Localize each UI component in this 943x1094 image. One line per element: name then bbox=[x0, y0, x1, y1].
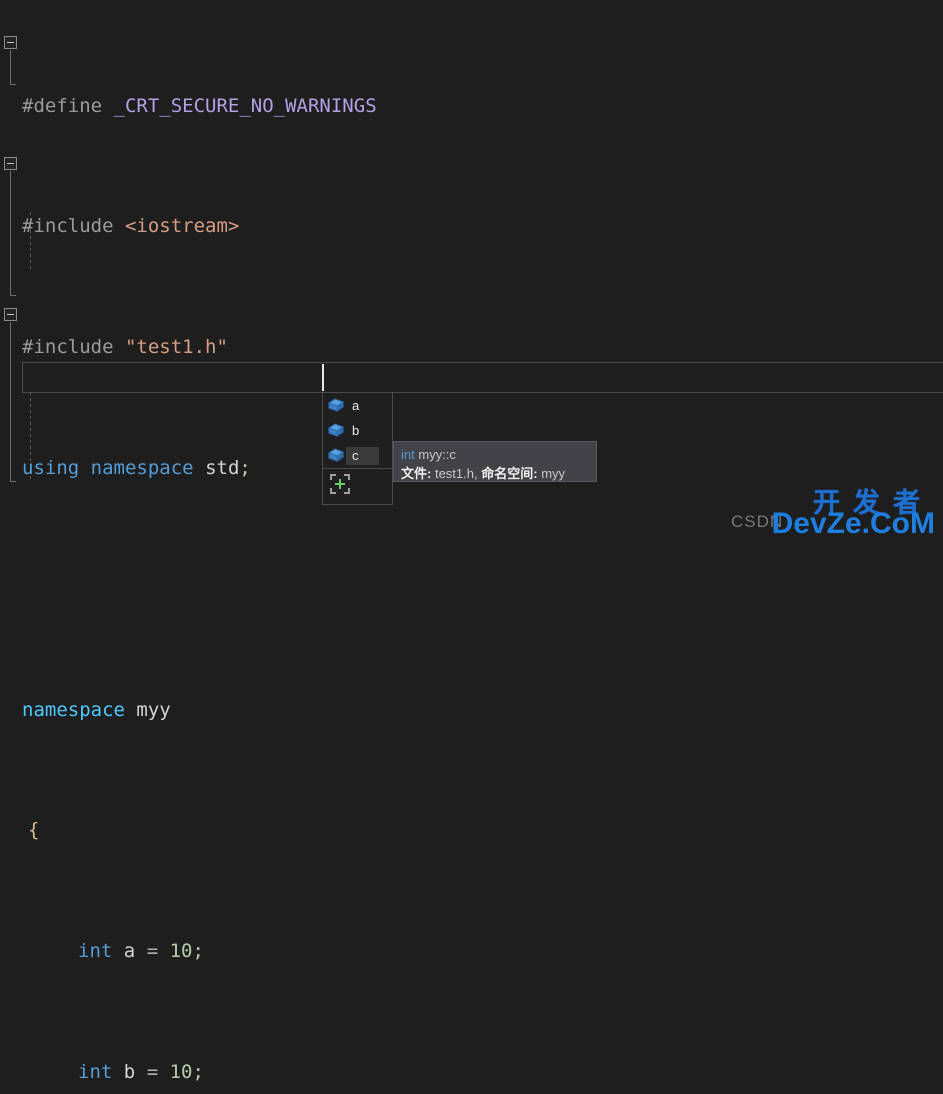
code-line-7[interactable]: { bbox=[0, 815, 943, 845]
code-editor[interactable]: #define _CRT_SECURE_NO_WARNINGS #include… bbox=[0, 0, 943, 1083]
token-assign: = bbox=[146, 940, 159, 963]
token-semicolon: ; bbox=[192, 1060, 204, 1083]
token-int-keyword: int bbox=[78, 940, 113, 963]
completion-divider bbox=[323, 468, 392, 469]
tooltip-type: int bbox=[401, 447, 415, 462]
completion-item-b[interactable]: b bbox=[323, 418, 392, 443]
watermark: CSDN 开发者 DevZe.CoM bbox=[725, 481, 935, 543]
code-line-5-blank[interactable] bbox=[0, 574, 943, 604]
tooltip-namespace-value: myy bbox=[541, 466, 566, 481]
token-include-keyword-2: #include bbox=[22, 336, 114, 359]
completion-list[interactable]: a b c bbox=[322, 392, 393, 505]
token-std: std bbox=[205, 457, 240, 479]
token-int-keyword: int bbox=[78, 1060, 113, 1083]
tooltip-symbol-name: myy::c bbox=[418, 447, 456, 462]
token-include-iostream: <iostream> bbox=[124, 215, 240, 238]
code-line-3[interactable]: #include "test1.h" bbox=[0, 332, 943, 362]
token-macro-name: _CRT_SECURE_NO_WARNINGS bbox=[113, 94, 377, 117]
text-caret bbox=[322, 364, 324, 391]
token-var-b: b bbox=[123, 1060, 136, 1083]
code-line-1[interactable]: #define _CRT_SECURE_NO_WARNINGS bbox=[0, 91, 943, 121]
code-line-9[interactable]: int b = 10; bbox=[0, 1057, 943, 1087]
token-namespace-keyword-2: namespace bbox=[22, 698, 125, 721]
token-semicolon: ; bbox=[239, 457, 251, 479]
token-semicolon: ; bbox=[192, 940, 204, 963]
token-namespace-name-myy: myy bbox=[136, 698, 171, 721]
token-define-keyword: #define bbox=[22, 94, 103, 117]
tooltip-details: 文件: test1.h, 命名空间: myy bbox=[401, 464, 589, 483]
code-line-6[interactable]: namespace myy bbox=[0, 695, 943, 725]
token-brace-open: { bbox=[28, 819, 40, 842]
field-icon bbox=[326, 397, 346, 414]
completion-item-label: c bbox=[346, 446, 379, 465]
tooltip-file-label: 文件: bbox=[401, 466, 432, 481]
completion-item-a[interactable]: a bbox=[323, 393, 392, 418]
code-content[interactable]: #define _CRT_SECURE_NO_WARNINGS #include… bbox=[0, 0, 943, 1094]
code-line-8[interactable]: int a = 10; bbox=[0, 936, 943, 966]
token-value-b: 10 bbox=[169, 1060, 193, 1083]
tooltip-namespace-label: 命名空间: bbox=[481, 466, 538, 481]
tooltip-file-value: test1.h, bbox=[434, 466, 478, 481]
watermark-latin: DevZe.CoM bbox=[771, 507, 935, 540]
completion-item-label: a bbox=[352, 397, 360, 413]
token-include-keyword: #include bbox=[22, 215, 114, 238]
field-icon bbox=[326, 422, 346, 439]
token-using-keyword: using bbox=[22, 457, 80, 479]
token-namespace-keyword: namespace bbox=[90, 457, 194, 479]
token-value-a: 10 bbox=[169, 940, 193, 963]
code-line-2[interactable]: #include <iostream> bbox=[0, 211, 943, 241]
quick-info-tooltip: int myy::c 文件: test1.h, 命名空间: myy bbox=[393, 441, 597, 482]
completion-item-label: b bbox=[352, 422, 360, 438]
completion-item-c[interactable]: c bbox=[323, 443, 392, 468]
expand-all-icon[interactable] bbox=[329, 473, 351, 495]
token-var-a: a bbox=[123, 940, 136, 963]
token-include-test1h: "test1.h" bbox=[124, 336, 228, 359]
token-assign: = bbox=[146, 1060, 159, 1083]
field-icon bbox=[326, 447, 346, 464]
tooltip-signature: int myy::c bbox=[401, 445, 589, 464]
